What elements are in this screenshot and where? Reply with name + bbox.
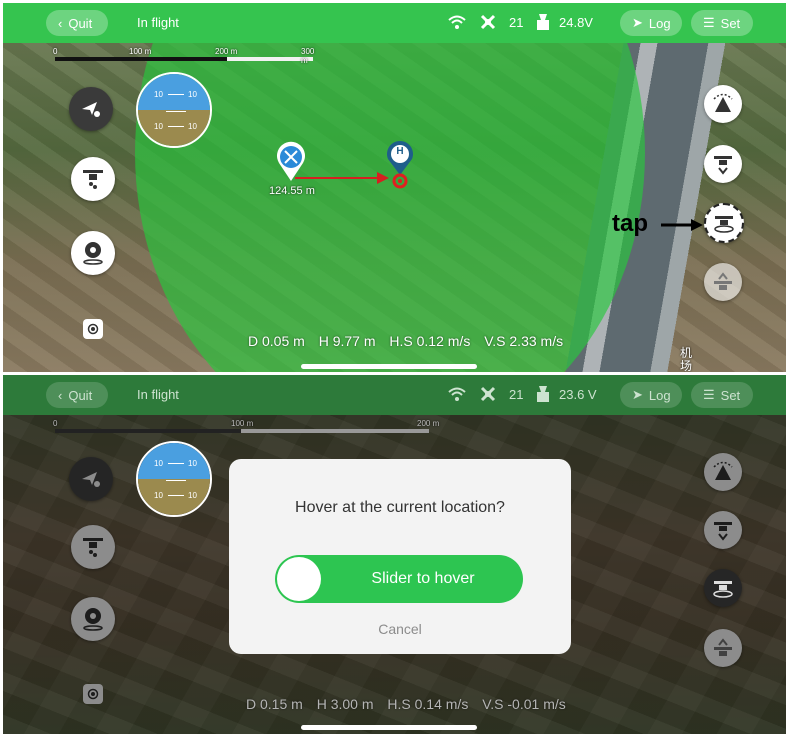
location-pin-icon — [83, 608, 103, 631]
vertical-speed-value: V.S -0.01 m/s — [482, 696, 566, 712]
direction-arrow — [295, 172, 389, 184]
distance-value: D 0.15 m — [246, 696, 303, 712]
satellite-count: 21 — [509, 387, 524, 402]
vertical-speed-value: V.S 2.33 m/s — [484, 333, 564, 349]
crosshair-icon — [87, 688, 99, 700]
location-button[interactable] — [71, 597, 115, 641]
drone-status-button[interactable] — [71, 525, 115, 569]
horizontal-speed-value: H.S 0.14 m/s — [387, 696, 469, 712]
flight-screen-before: 机 场 ‹ Quit In flight 21 24.8V ➤ Log ☰ Se… — [3, 3, 786, 372]
return-home-icon — [713, 461, 733, 480]
scale-label: 200 m — [417, 419, 440, 428]
land-button[interactable] — [704, 145, 742, 183]
telemetry-readout: D 0.15 m H 3.00 m H.S 0.14 m/s V.S -0.01… — [246, 696, 576, 712]
satellite-count: 21 — [509, 15, 524, 30]
takeoff-button[interactable] — [704, 263, 742, 301]
drone-takeoff-icon — [714, 272, 732, 290]
attitude-indicator: 10 10 10 10 — [136, 72, 212, 148]
battery-icon — [537, 386, 549, 402]
hover-button-active[interactable] — [704, 569, 742, 607]
battery-icon — [537, 14, 549, 30]
locate-me-button[interactable] — [83, 319, 103, 339]
hover-slider[interactable]: Slider to hover — [275, 555, 523, 603]
flight-screen-hover-dialog: ‹ Quit In flight 21 23.6 V ➤ Log ☰ Set 0… — [3, 375, 786, 734]
attitude-indicator: 10 10 10 10 — [136, 441, 212, 517]
land-button[interactable] — [704, 511, 742, 549]
drone-icon — [83, 538, 103, 557]
drone-land-icon — [714, 156, 732, 175]
flight-status: In flight — [137, 387, 179, 402]
satellite-icon — [480, 386, 496, 402]
hover-button[interactable] — [704, 203, 744, 243]
log-button[interactable]: ➤ Log — [620, 382, 682, 408]
cancel-button[interactable]: Cancel — [229, 621, 571, 637]
drone-hover-icon — [714, 216, 734, 233]
quit-button[interactable]: ‹ Quit — [46, 10, 108, 36]
scale-label: 200 m — [215, 47, 238, 56]
scale-label: 100 m — [129, 47, 152, 56]
map-scale: 0 100 m 200 m — [51, 419, 451, 435]
scale-label: 0 — [53, 419, 58, 428]
scale-label: 100 m — [231, 419, 254, 428]
drone-takeoff-icon — [714, 638, 732, 656]
distance-value: D 0.05 m — [248, 333, 305, 349]
settings-button[interactable]: ☰ Set — [691, 382, 753, 408]
telemetry-readout: D 0.05 m H 9.77 m H.S 0.12 m/s V.S 2.33 … — [248, 333, 573, 349]
drone-hover-icon — [713, 581, 733, 598]
height-value: H 9.77 m — [318, 333, 376, 349]
tap-annotation: tap — [612, 210, 648, 237]
home-indicator — [301, 364, 477, 369]
route-mode-button[interactable] — [69, 457, 113, 501]
battery-voltage: 24.8V — [559, 15, 593, 30]
drone-status-button[interactable] — [71, 157, 115, 201]
height-value: H 3.00 m — [316, 696, 374, 712]
settings-button[interactable]: ☰ Set — [691, 10, 753, 36]
chevron-left-icon: ‹ — [58, 387, 63, 403]
road-label: 场 — [680, 359, 693, 373]
send-icon: ➤ — [632, 15, 643, 30]
send-icon: ➤ — [632, 387, 643, 402]
locate-me-button[interactable] — [83, 684, 103, 704]
map-scale: 0 100 m 200 m 300 m — [51, 47, 321, 65]
drone-land-icon — [714, 522, 732, 541]
quit-button[interactable]: ‹ Quit — [46, 382, 108, 408]
dialog-question: Hover at the current location? — [295, 499, 505, 516]
drone-icon — [83, 170, 103, 189]
scale-label: 0 — [53, 47, 58, 56]
menu-icon: ☰ — [703, 15, 715, 30]
scale-label: 300 m — [301, 47, 315, 65]
return-home-button[interactable] — [704, 453, 742, 491]
arrow-right-icon — [661, 219, 703, 231]
plane-location-icon — [82, 472, 100, 487]
chevron-left-icon: ‹ — [58, 15, 63, 31]
crosshair-icon — [87, 323, 99, 335]
slider-knob[interactable] — [277, 557, 321, 601]
route-mode-button[interactable] — [69, 87, 113, 131]
flight-status: In flight — [137, 15, 179, 30]
location-pin-icon — [83, 242, 103, 265]
slider-label: Slider to hover — [371, 570, 475, 587]
return-home-icon — [713, 93, 733, 112]
satellite-icon — [480, 14, 496, 30]
top-bar: ‹ Quit In flight 21 23.6 V ➤ Log ☰ Set — [3, 375, 786, 415]
horizontal-speed-value: H.S 0.12 m/s — [389, 333, 471, 349]
return-home-button[interactable] — [704, 85, 742, 123]
hover-confirm-dialog: Hover at the current location? Slider to… — [229, 459, 571, 654]
log-button[interactable]: ➤ Log — [620, 10, 682, 36]
menu-icon: ☰ — [703, 387, 715, 402]
takeoff-button[interactable] — [704, 629, 742, 667]
wifi-icon — [448, 15, 466, 29]
top-bar: ‹ Quit In flight 21 24.8V ➤ Log ☰ Set — [3, 3, 786, 43]
battery-voltage: 23.6 V — [559, 387, 597, 402]
wifi-icon — [448, 387, 466, 401]
plane-location-icon — [82, 102, 100, 117]
home-letter: H — [396, 146, 404, 157]
location-button[interactable] — [71, 231, 115, 275]
home-indicator — [301, 725, 477, 730]
